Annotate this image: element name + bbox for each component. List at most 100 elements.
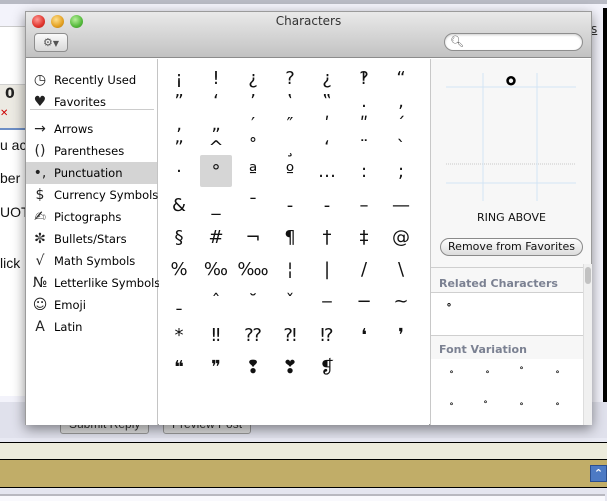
- character-cell[interactable]: ¶: [274, 221, 306, 253]
- search-icon: 🔍︎: [450, 35, 464, 48]
- character-cell[interactable]: −: [348, 285, 380, 317]
- character-cell[interactable]: &: [163, 189, 195, 221]
- background-bottom-field: [0, 494, 605, 501]
- character-cell[interactable]: /: [348, 253, 380, 285]
- sidebar-item-emoji[interactable]: ☺ Emoji: [26, 294, 157, 316]
- asterisk-icon: ✼: [34, 231, 46, 247]
- character-cell[interactable]: ‰: [200, 253, 232, 285]
- character-cell[interactable]: |: [311, 253, 343, 285]
- character-cell[interactable]: ❣: [274, 351, 306, 383]
- sidebar-item-pictographs[interactable]: ✍ Pictographs: [26, 206, 157, 228]
- character-info-panel: ˚ RING ABOVE Remove from Favorites Relat…: [430, 59, 592, 425]
- chevron-down-icon: ▼: [52, 39, 60, 48]
- sidebar-item-label: Latin: [54, 320, 83, 334]
- sidebar-item-favorites[interactable]: ♥ Favorites: [26, 91, 157, 113]
- strikethrough-icon[interactable]: ✕: [0, 108, 14, 120]
- sidebar-item-label: Math Symbols: [54, 254, 136, 268]
- sidebar-item-parentheses[interactable]: () Parentheses: [26, 140, 157, 162]
- glyph-preview-character: ˚: [502, 75, 520, 115]
- character-cell[interactable]: °: [200, 155, 232, 187]
- character-cell[interactable]: ❝: [163, 351, 195, 383]
- character-cell[interactable]: —: [385, 189, 417, 221]
- scrollbar-thumb[interactable]: [585, 267, 591, 284]
- sidebar-item-label: Pictographs: [54, 210, 122, 224]
- character-cell[interactable]: ¬: [237, 221, 269, 253]
- font-variation-heading: Font Variation: [439, 343, 527, 356]
- sidebar-item-latin[interactable]: A Latin: [26, 316, 157, 338]
- character-cell[interactable]: _: [200, 189, 232, 221]
- section-divider: [431, 267, 583, 268]
- font-variation-character[interactable]: ˚: [519, 367, 524, 378]
- character-cell[interactable]: ˘: [237, 285, 269, 317]
- character-cell[interactable]: ˇ: [274, 285, 306, 317]
- background-footer-bar: [0, 460, 607, 488]
- font-variation-character[interactable]: ˚: [483, 401, 488, 412]
- arrow-icon: →: [34, 121, 46, 137]
- character-cell[interactable]: \: [385, 253, 417, 285]
- character-cell[interactable]: ‱: [237, 253, 269, 285]
- character-cell[interactable]: ª: [237, 155, 269, 187]
- character-cell[interactable]: ‒: [311, 285, 343, 317]
- font-variation-list: ˚ ˚ ˚ ˚ ˚ ˚ ˚ ˚: [431, 359, 583, 425]
- character-cell[interactable]: ˆ: [200, 285, 232, 317]
- paperclip-icon[interactable]: 𝟬: [5, 86, 15, 102]
- font-variation-character[interactable]: ˚: [555, 371, 560, 382]
- character-cell[interactable]: …: [311, 155, 343, 187]
- character-name: RING ABOVE: [477, 211, 546, 224]
- window-titlebar[interactable]: Characters ⚙▼ 🔍︎: [26, 12, 591, 58]
- character-cell[interactable]: ❞: [200, 351, 232, 383]
- sidebar-item-label: Favorites: [54, 95, 106, 109]
- font-variation-character[interactable]: ˚: [555, 403, 560, 414]
- sidebar-item-punctuation[interactable]: •, Punctuation: [26, 162, 157, 184]
- search-field[interactable]: 🔍︎: [444, 33, 583, 51]
- character-cell[interactable]: :: [348, 155, 380, 187]
- character-cell[interactable]: #: [200, 221, 232, 253]
- character-cell[interactable]: ⁉: [311, 319, 343, 351]
- character-cell[interactable]: ˍ: [163, 285, 195, 317]
- related-character[interactable]: ˚: [446, 303, 452, 317]
- character-cell[interactable]: ❢: [237, 351, 269, 383]
- character-cell[interactable]: ‐: [274, 189, 306, 221]
- character-cell[interactable]: †: [311, 221, 343, 253]
- character-cell[interactable]: ¦: [274, 253, 306, 285]
- character-cell[interactable]: ‡: [348, 221, 380, 253]
- background-border: [603, 8, 607, 406]
- action-menu-button[interactable]: ⚙▼: [34, 33, 68, 52]
- scroll-to-top-icon[interactable]: ⌃: [590, 465, 607, 482]
- search-input[interactable]: [463, 35, 575, 49]
- character-cell[interactable]: -: [311, 189, 343, 221]
- font-variation-character[interactable]: ˚: [449, 403, 454, 414]
- character-cell[interactable]: ⁇: [237, 319, 269, 351]
- sidebar-item-recently-used[interactable]: ◷ Recently Used: [26, 69, 157, 91]
- sidebar-item-currency-symbols[interactable]: $ Currency Symbols: [26, 184, 159, 206]
- character-cell[interactable]: º: [274, 155, 306, 187]
- font-variation-character[interactable]: ˚: [485, 371, 490, 382]
- character-cell[interactable]: ·: [163, 155, 195, 187]
- info-scrollbar[interactable]: [583, 264, 592, 425]
- sidebar-item-label: Punctuation: [54, 166, 123, 180]
- background-text-2: ber: [0, 170, 21, 186]
- sidebar-item-bullets-stars[interactable]: ✼ Bullets/Stars: [26, 228, 157, 250]
- character-cell[interactable]: ⁈: [274, 319, 306, 351]
- character-cell[interactable]: ¯: [237, 189, 269, 221]
- character-cell[interactable]: ‼: [200, 319, 232, 351]
- related-characters-list: ˚: [431, 293, 583, 335]
- sidebar-item-letterlike-symbols[interactable]: № Letterlike Symbols: [26, 272, 161, 294]
- sidebar-item-math-symbols[interactable]: √ Math Symbols: [26, 250, 157, 272]
- character-cell[interactable]: %: [163, 253, 195, 285]
- character-cell[interactable]: §: [163, 221, 195, 253]
- font-variation-character[interactable]: ˚: [519, 403, 524, 414]
- character-cell[interactable]: *: [163, 319, 195, 351]
- character-cell[interactable]: –: [348, 189, 380, 221]
- square-root-icon: √: [35, 253, 45, 269]
- font-variation-character[interactable]: ˚: [449, 371, 454, 382]
- character-cell[interactable]: ~: [385, 285, 417, 317]
- character-cell[interactable]: ❡: [311, 351, 343, 383]
- character-cell[interactable]: ;: [385, 155, 417, 187]
- character-cell[interactable]: ❛: [348, 319, 380, 351]
- background-text-4: lick: [0, 255, 21, 271]
- character-cell[interactable]: ❜: [385, 319, 417, 351]
- character-cell[interactable]: @: [385, 221, 417, 253]
- sidebar-item-arrows[interactable]: → Arrows: [26, 118, 157, 140]
- remove-from-favorites-button[interactable]: Remove from Favorites: [440, 238, 583, 256]
